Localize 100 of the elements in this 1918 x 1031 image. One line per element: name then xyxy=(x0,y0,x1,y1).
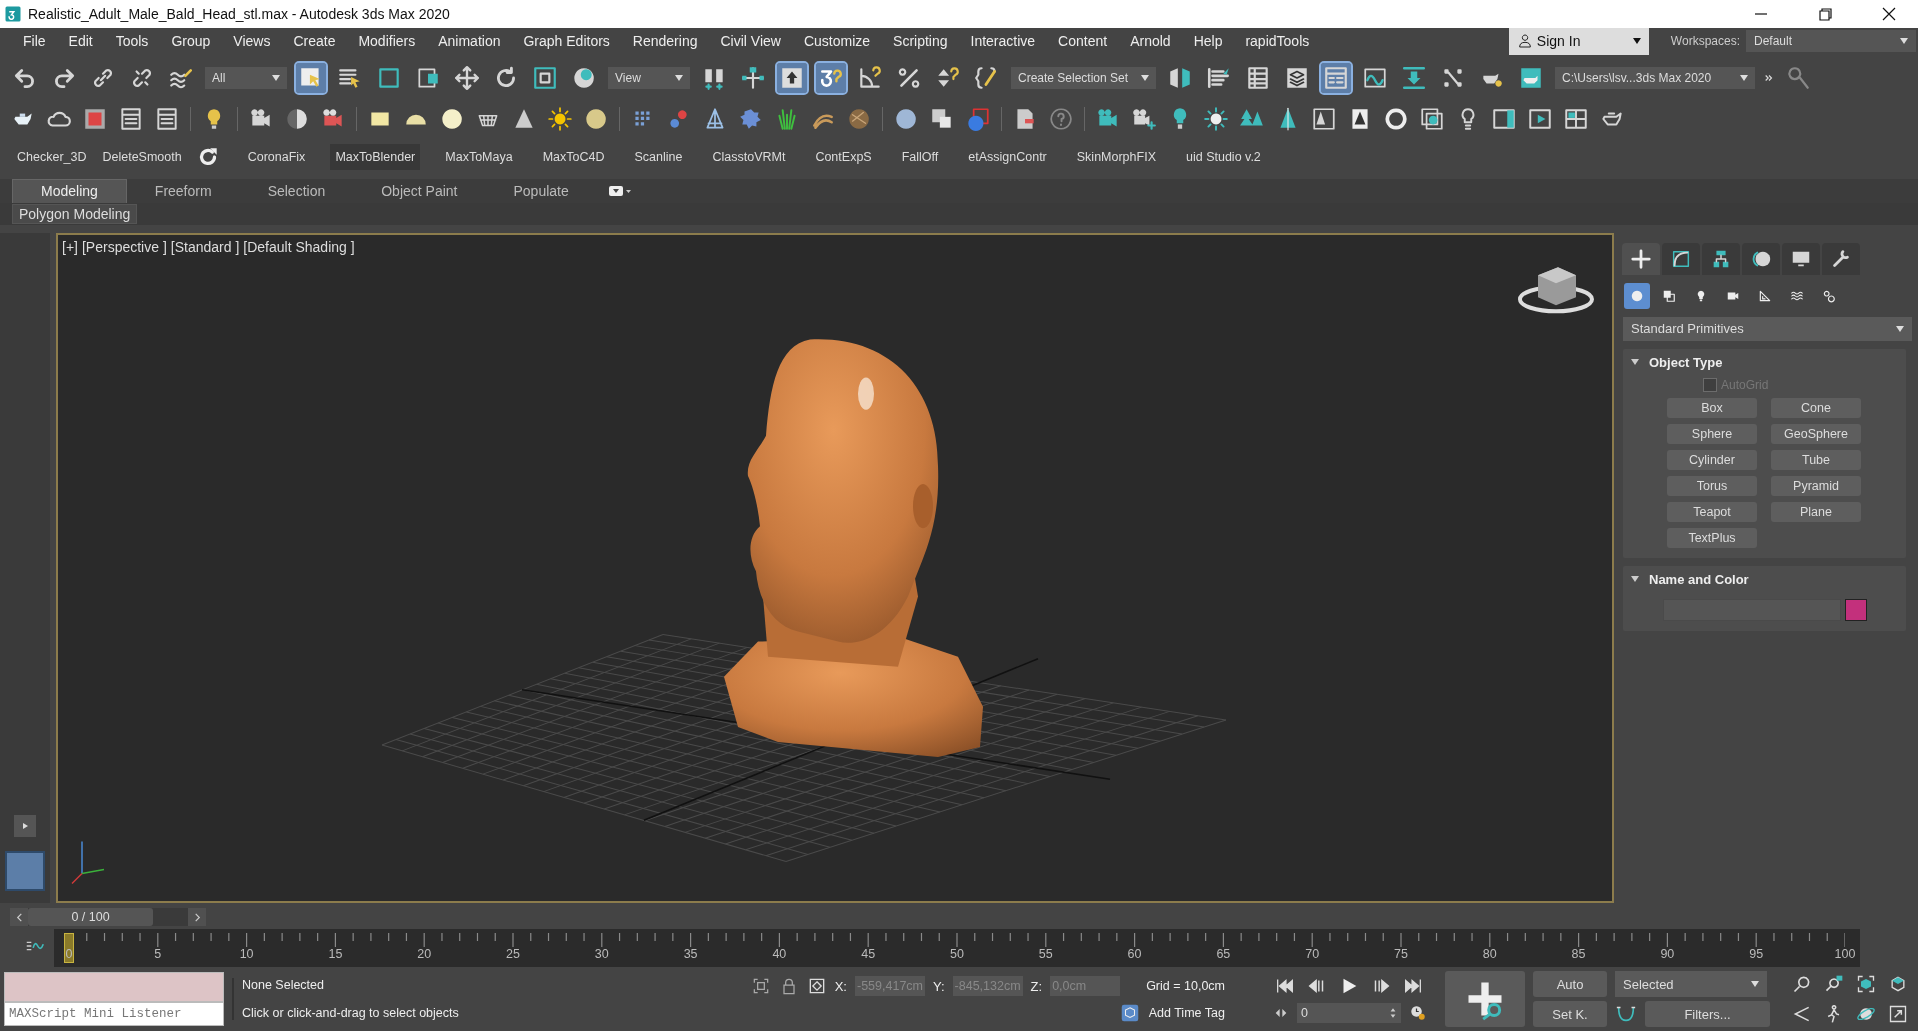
set-key-mode-button[interactable]: Set K. xyxy=(1533,1001,1607,1028)
toolbar-dropdown[interactable]: C:\Users\lsv...3ds Max 2020 xyxy=(1555,66,1755,89)
script-button[interactable]: ClasstoVRMt xyxy=(707,143,791,170)
script-button[interactable]: CoronaFix xyxy=(242,143,311,170)
panel-icon[interactable] xyxy=(154,105,180,132)
time-slider-thumb[interactable]: 0 / 100 xyxy=(28,908,153,927)
toolbar-dropdown[interactable]: Create Selection Set xyxy=(1011,66,1156,89)
sign-in-dropdown[interactable]: Sign In xyxy=(1508,27,1649,55)
auto-key-button[interactable]: Auto xyxy=(1533,971,1607,998)
primitive-type-dropdown[interactable]: Standard Primitives xyxy=(1623,316,1912,341)
panel-icon[interactable] xyxy=(118,105,144,132)
menu-item[interactable]: Civil View xyxy=(709,33,793,50)
add-time-tag-button[interactable]: Add Time Tag xyxy=(1120,1004,1225,1023)
motion-icon[interactable] xyxy=(1742,242,1780,275)
collapse-triangle-icon[interactable] xyxy=(1631,359,1639,366)
script-button[interactable]: MaxToMaya xyxy=(440,143,518,170)
display-icon[interactable] xyxy=(1782,242,1820,275)
curve-edit-icon[interactable] xyxy=(1662,242,1700,275)
viewport-menu-label[interactable]: [Standard ] xyxy=(170,238,240,255)
script-button[interactable]: ContExpS xyxy=(810,143,877,170)
script-button[interactable]: uid Studio v.2 xyxy=(1181,143,1266,170)
more-icon[interactable] xyxy=(1764,72,1774,83)
timeline-ruler[interactable]: 0 5 10 15 20 25 30 35 40 45 50 55 60 65 70 75 80 85 90 95 100 xyxy=(54,929,1860,968)
script-button[interactable]: FallOff xyxy=(896,143,944,170)
menu-item[interactable]: Customize xyxy=(792,33,883,50)
menu-item[interactable]: Group xyxy=(160,33,223,50)
upload-icon[interactable] xyxy=(777,62,807,93)
menu-item[interactable]: Help xyxy=(1182,33,1235,50)
script-button[interactable]: etAssignContr xyxy=(963,143,1052,170)
ribbon-tab[interactable]: Object Paint xyxy=(353,178,486,203)
ribbon-icon[interactable] xyxy=(1321,62,1351,93)
stacked-screens-icon[interactable] xyxy=(1419,105,1445,132)
sunlight-icon[interactable] xyxy=(1203,105,1229,132)
plus-icon[interactable] xyxy=(1622,242,1660,275)
toolbar-dropdown[interactable]: All xyxy=(205,66,287,89)
collapse-triangle-icon[interactable] xyxy=(1631,576,1639,583)
expand-button[interactable] xyxy=(14,815,36,838)
object-color-swatch[interactable] xyxy=(1845,598,1867,621)
ribbon-tab[interactable]: Freeform xyxy=(126,178,240,203)
menu-item[interactable]: File xyxy=(12,33,58,50)
next-frame-button[interactable] xyxy=(188,908,206,927)
set-key-button[interactable] xyxy=(1445,971,1525,1028)
rollout-title[interactable]: Object Type xyxy=(1649,354,1723,370)
snap-icon[interactable] xyxy=(816,62,846,93)
maximize-viewport-icon[interactable] xyxy=(1888,1004,1908,1025)
help-icon[interactable] xyxy=(1048,105,1074,132)
object-type-button[interactable]: Cylinder xyxy=(1667,449,1757,470)
menu-item[interactable]: Modifiers xyxy=(347,33,428,50)
perspective-viewport[interactable]: [+] [Perspective ] [Standard ] [Default Shading ] xyxy=(56,232,1614,904)
object-type-button[interactable]: Teapot xyxy=(1667,501,1757,522)
current-frame-marker[interactable] xyxy=(64,933,74,964)
object-type-button[interactable]: Box xyxy=(1667,397,1757,418)
workspace-dropdown[interactable]: Default xyxy=(1746,30,1916,53)
time-configuration-icon[interactable] xyxy=(1409,1004,1427,1023)
zoom-extents-icon[interactable] xyxy=(1856,974,1876,995)
rollout-title[interactable]: Name and Color xyxy=(1649,571,1749,587)
sun-icon[interactable] xyxy=(547,105,573,132)
ribbon-tab[interactable]: Modeling xyxy=(12,178,127,203)
menu-item[interactable]: Animation xyxy=(427,33,513,50)
menu-item[interactable]: Rendering xyxy=(621,33,710,50)
object-type-button[interactable]: Sphere xyxy=(1667,423,1757,444)
ribbon-panel-button[interactable]: Polygon Modeling xyxy=(12,203,138,224)
menu-item[interactable]: Edit xyxy=(57,33,105,50)
object-type-button[interactable]: Pyramid xyxy=(1771,475,1861,496)
previous-frame-button[interactable] xyxy=(10,908,28,927)
ribbon-tab[interactable]: Selection xyxy=(239,178,354,203)
listener-input[interactable] xyxy=(5,973,223,1002)
hierarchy-icon[interactable] xyxy=(1702,242,1740,275)
listener-output[interactable]: MAXScript Mini Listener xyxy=(5,1001,223,1026)
object-type-button[interactable]: Plane xyxy=(1771,501,1861,522)
zoom-icon[interactable] xyxy=(1792,974,1812,995)
menu-item[interactable]: rapidTools xyxy=(1234,33,1322,50)
script-button[interactable]: MaxToBlender xyxy=(330,143,421,170)
script-button[interactable]: MaxToC4D xyxy=(537,143,610,170)
ribbon-tab[interactable]: Populate xyxy=(485,178,597,203)
toolbar-dropdown[interactable]: View xyxy=(608,66,690,89)
script-button[interactable]: Checker_3D xyxy=(12,143,92,170)
object-type-button[interactable]: GeoSphere xyxy=(1771,423,1861,444)
object-type-button[interactable]: Tube xyxy=(1771,449,1861,470)
menu-item[interactable]: Graph Editors xyxy=(512,33,622,50)
menu-item[interactable]: Arnold xyxy=(1119,33,1183,50)
tree-document-icon[interactable] xyxy=(1311,105,1337,132)
script-button[interactable]: Scanline xyxy=(629,143,688,170)
bald-head-model-drawing[interactable] xyxy=(724,339,983,757)
current-frame-field[interactable]: 0 xyxy=(1297,1003,1401,1024)
viewport-menu-label[interactable]: [Perspective ] xyxy=(81,238,167,255)
object-type-button[interactable]: Cone xyxy=(1771,397,1861,418)
menu-item[interactable]: Interactive xyxy=(959,33,1048,50)
viewport-menu-label[interactable]: [+] xyxy=(62,238,78,255)
script-button[interactable]: SkinMorphFIX xyxy=(1071,143,1161,170)
menu-item[interactable]: Views xyxy=(222,33,283,50)
script-button[interactable]: DeleteSmooth xyxy=(97,143,187,170)
object-type-button[interactable]: Torus xyxy=(1667,475,1757,496)
menu-item[interactable]: Scripting xyxy=(882,33,960,50)
object-type-button[interactable]: TextPlus xyxy=(1667,527,1757,548)
viewport-menu-label[interactable]: [Default Shading ] xyxy=(243,238,355,255)
filters-button[interactable]: Filters... xyxy=(1645,1001,1770,1028)
menu-item[interactable]: Content xyxy=(1047,33,1120,50)
menu-item[interactable]: Tools xyxy=(104,33,161,50)
key-filter-dropdown[interactable]: Selected xyxy=(1615,971,1767,998)
